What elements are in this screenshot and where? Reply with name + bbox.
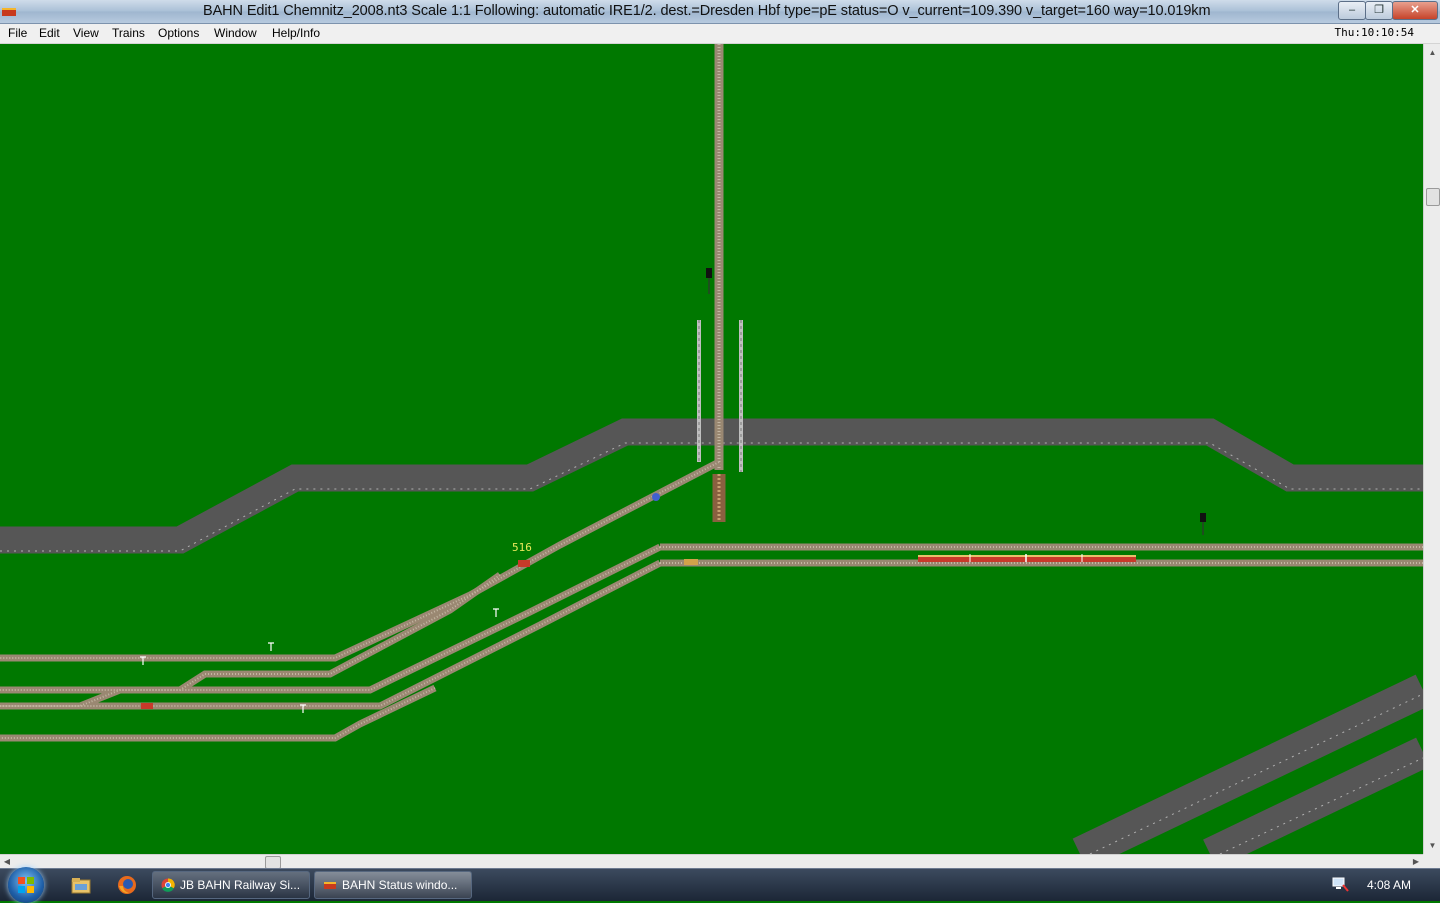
taskbar-task-bahn-status[interactable]: BAHN Status windo... (314, 871, 472, 899)
layout-canvas[interactable]: 516 (0, 44, 1423, 854)
track-ballast (0, 461, 1423, 739)
chrome-icon (161, 878, 175, 892)
menu-view[interactable]: View (73, 26, 99, 40)
menu-options[interactable]: Options (158, 26, 199, 40)
task-label-jb-bahn: JB BAHN Railway Si... (180, 878, 301, 892)
train-stopped[interactable] (684, 559, 698, 565)
title-bar: BAHN Edit1 Chemnitz_2008.nt3 Scale 1:1 F… (0, 0, 1440, 24)
track-number-label: 516 (512, 541, 532, 554)
simulation-clock: Thu:10:10:54 (1334, 26, 1414, 39)
road-lower-right (1072, 674, 1423, 854)
task-label-bahn-status: BAHN Status windo... (342, 878, 458, 892)
menu-edit[interactable]: Edit (39, 26, 60, 40)
menu-window[interactable]: Window (214, 26, 257, 40)
minimize-button[interactable]: – (1338, 1, 1366, 20)
menu-file[interactable]: File (8, 26, 27, 40)
start-button[interactable] (8, 867, 44, 903)
system-clock[interactable]: 4:08 AM (1367, 878, 1411, 892)
menu-trains[interactable]: Trains (112, 26, 145, 40)
scroll-right-button[interactable]: ▶ (1409, 855, 1423, 869)
firefox-icon[interactable] (116, 874, 138, 896)
scrollbar-corner (1423, 854, 1440, 868)
menu-help-info[interactable]: Help/Info (272, 26, 320, 40)
road-upper (0, 418, 1423, 554)
taskbar-task-jb-bahn[interactable]: JB BAHN Railway Si... (152, 871, 310, 899)
scroll-down-button[interactable]: ▼ (1424, 837, 1440, 854)
window-title: BAHN Edit1 Chemnitz_2008.nt3 Scale 1:1 F… (203, 3, 1211, 19)
file-explorer-icon[interactable] (70, 874, 92, 896)
bahn-app-icon[interactable] (2, 8, 16, 16)
maximize-button[interactable]: ❐ (1365, 1, 1393, 20)
scroll-up-button[interactable]: ▲ (1424, 44, 1440, 61)
close-button[interactable]: ✕ (1392, 1, 1438, 20)
train-ire[interactable] (918, 554, 1136, 562)
windows-start-icon (18, 877, 34, 893)
scroll-left-button[interactable]: ◀ (0, 855, 14, 869)
vertical-scroll-thumb[interactable] (1426, 188, 1440, 206)
taskbar: JB BAHN Railway Si... BAHN Status windo.… (0, 867, 1440, 903)
track-layout-map[interactable] (0, 44, 1423, 854)
network-icon[interactable] (1331, 876, 1349, 892)
vertical-scrollbar[interactable]: ▲ ▼ (1423, 44, 1440, 854)
menu-bar: File Edit View Trains Options Window Hel… (0, 24, 1440, 44)
horizontal-scrollbar[interactable]: ◀ ▶ (0, 854, 1423, 869)
bahn-app-icon (324, 882, 336, 889)
track-network (0, 458, 1423, 742)
